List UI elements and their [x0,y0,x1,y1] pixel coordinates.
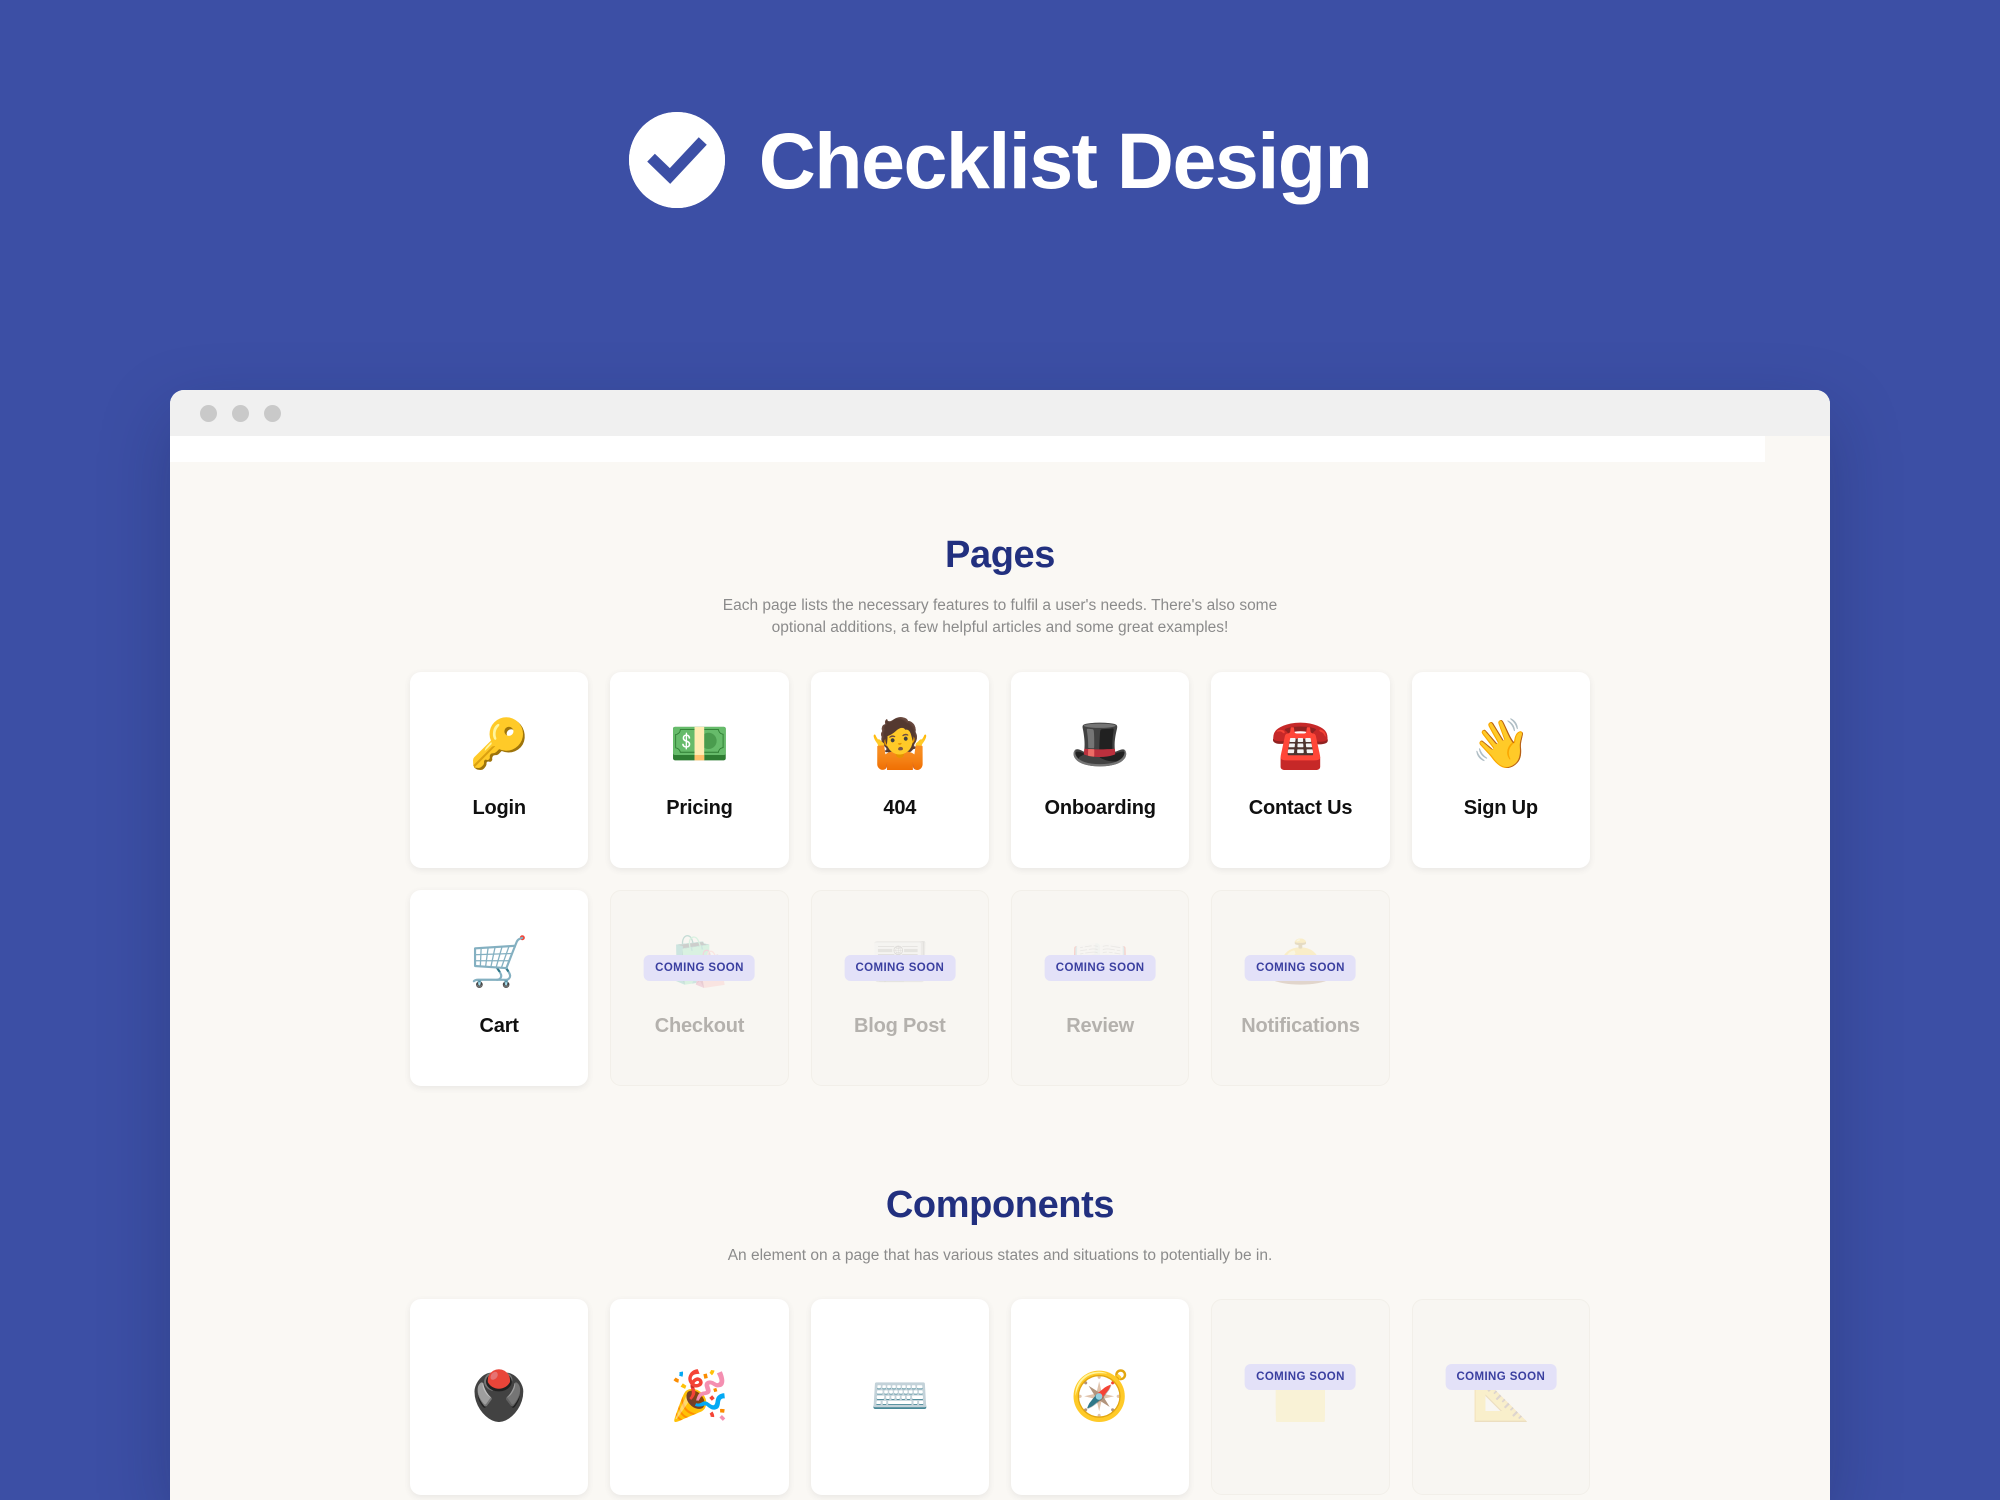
minimize-dot-icon[interactable] [232,404,249,422]
top-hat-icon: 🎩 [1070,718,1131,772]
card-pages-4[interactable]: ☎️ Contact Us [1211,671,1390,868]
card-components-5[interactable]: 📐 COMING SOON [1411,1299,1590,1496]
section-subtitle-components: An element on a page that has various st… [727,1246,1273,1264]
card-pages-0[interactable]: 🔑 Login [410,671,589,868]
coming-soon-badge: COMING SOON [1245,954,1356,981]
browser-titlebar [170,390,1830,436]
section-title-components: Components [885,1183,1115,1226]
card-label: Blog Post [854,1015,946,1038]
page-viewport: Pages Each page lists the necessary featu… [170,462,1830,1500]
card-components-0[interactable]: 🖲️ [410,1299,589,1496]
shrug-icon: 🤷 [869,718,930,772]
telephone-icon: ☎️ [1270,718,1331,772]
card-pages-2[interactable]: 🤷 404 [810,671,989,868]
check-circle-icon [628,112,725,208]
maximize-dot-icon[interactable] [264,404,281,422]
shopping-cart-icon: 🛒 [469,936,530,990]
section-subtitle-pages: Each page lists the necessary features t… [722,597,1278,637]
card-label: 404 [883,797,917,820]
browser-window: Pages Each page lists the necessary featu… [170,390,1830,1500]
banknote-icon: 💵 [669,718,730,772]
card-pages-8[interactable]: 📰Blog PostCOMING SOON [810,889,989,1086]
hero-banner: Checklist Design [0,0,2000,390]
card-pages-3[interactable]: 🎩 Onboarding [1010,671,1190,868]
card-label: Cart [479,1015,519,1038]
coming-soon-badge: COMING SOON [1044,954,1156,981]
coming-soon-badge: COMING SOON [844,954,956,981]
card-label: Onboarding [1044,797,1156,820]
coming-soon-badge: COMING SOON [644,954,755,981]
card-components-4[interactable]: 🗂️ COMING SOON [1211,1299,1390,1496]
browser-urlbar[interactable] [170,436,1765,462]
card-pages-10[interactable]: 🛎️NotificationsCOMING SOON [1211,889,1390,1086]
coming-soon-badge: COMING SOON [1245,1364,1356,1391]
section-title-pages: Pages [945,534,1055,576]
waving-hand-icon: 👋 [1470,718,1531,772]
section-header-components: Components An element on a page that has … [170,1184,1830,1267]
trackball-icon: 🖲️ [469,1370,530,1424]
card-label: Sign Up [1463,797,1538,820]
card-label: Login [472,797,526,820]
card-pages-6[interactable]: 🛒 Cart [410,889,589,1086]
card-pages-9[interactable]: 📖ReviewCOMING SOON [1010,889,1190,1086]
key-icon: 🔑 [469,718,530,772]
page-title: Checklist Design [758,115,1373,205]
card-label: Pricing [666,797,733,820]
card-label: Contact Us [1248,797,1353,820]
close-dot-icon[interactable] [200,404,217,422]
card-components-2[interactable]: ⌨️ [810,1299,989,1496]
card-pages-7[interactable]: 🛍️CheckoutCOMING SOON [610,889,789,1086]
card-label: Review [1066,1015,1135,1038]
section-header-pages: Pages Each page lists the necessary featu… [170,534,1830,640]
card-components-3[interactable]: 🧭 [1010,1299,1190,1496]
card-grid-pages: 🔑 Login 💵 Pricing 🤷 404 🎩 Onboarding ☎️ Contact U… [410,671,1590,1086]
card-label: Notifications [1241,1015,1360,1038]
keyboard-icon: ⌨️ [869,1370,930,1424]
card-label: Checkout [654,1015,745,1038]
card-pages-1[interactable]: 💵 Pricing [610,671,789,868]
card-pages-5[interactable]: 👋 Sign Up [1411,671,1590,868]
coming-soon-badge: COMING SOON [1445,1364,1557,1391]
card-components-1[interactable]: 🎉 [610,1299,789,1496]
compass-icon: 🧭 [1070,1370,1131,1424]
party-popper-icon: 🎉 [669,1370,730,1424]
card-grid-components: 🖲️ 🎉 ⌨️ 🧭 🗂️ COMING SOON 📐 COMING SOON [410,1299,1590,1496]
